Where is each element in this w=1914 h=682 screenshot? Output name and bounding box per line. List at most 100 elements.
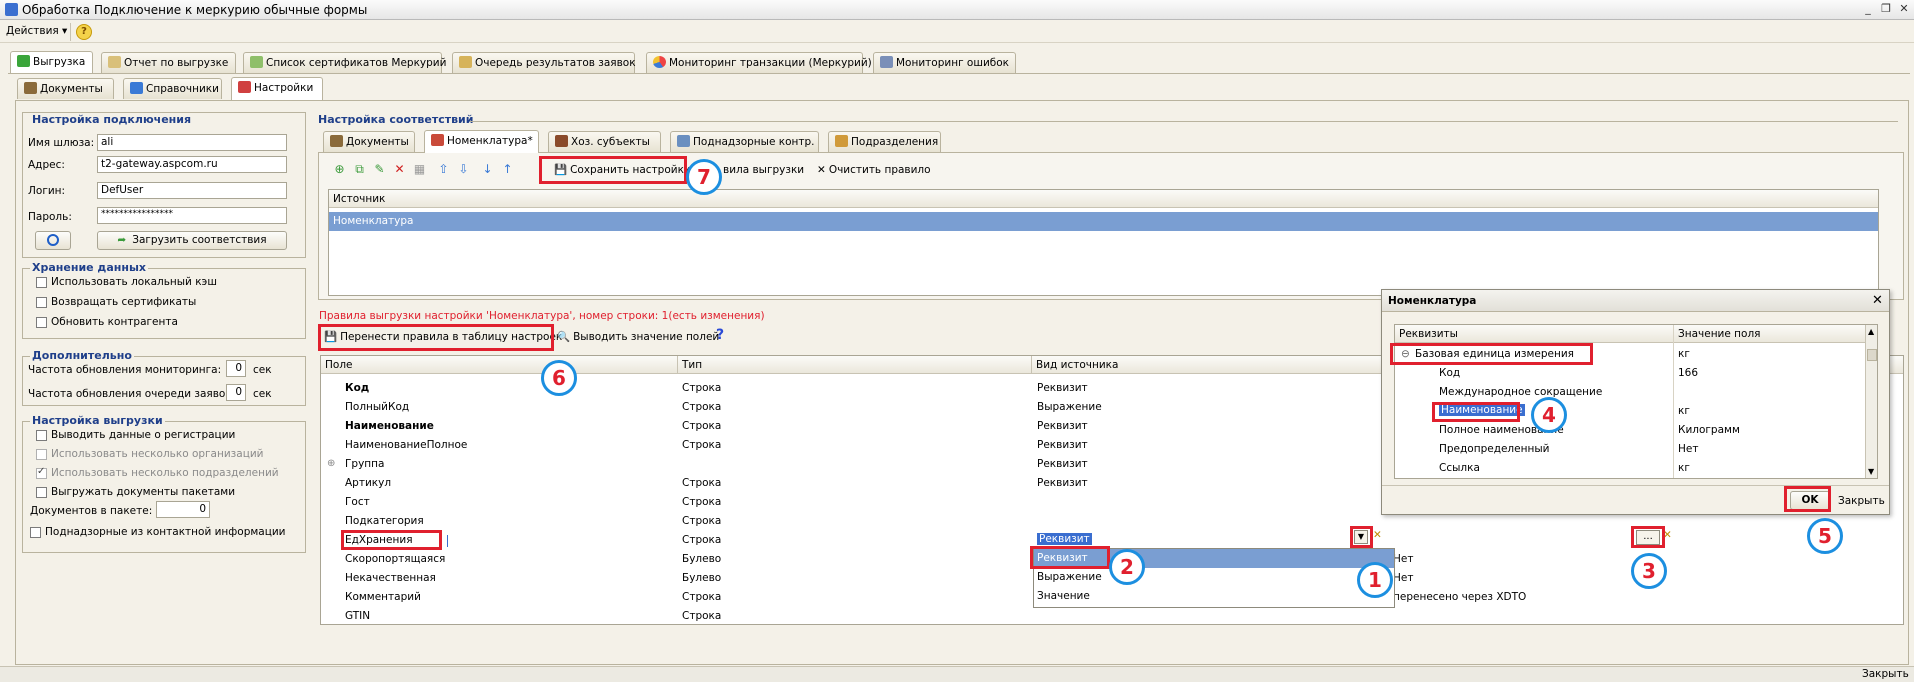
dialog-titlebar: Номенклатура ✕ <box>1382 290 1889 312</box>
copy-icon[interactable]: ⧉ <box>352 162 367 177</box>
login-input[interactable]: DefUser <box>97 182 287 199</box>
mapping-tab-divisions[interactable]: Подразделения <box>828 131 941 152</box>
help-icon[interactable]: ? <box>716 327 724 343</box>
minimize-icon[interactable]: _ <box>1860 2 1876 17</box>
tab-monitoring-errors[interactable]: Мониторинг ошибок <box>873 52 1016 73</box>
add-icon[interactable]: ⊕ <box>332 162 347 177</box>
monitor-freq-unit: сек <box>253 364 272 376</box>
column-divider <box>1031 356 1032 374</box>
mapping-tab-supervised[interactable]: Поднадзорные контр. <box>670 131 819 152</box>
source-row[interactable]: Номенклатура <box>329 212 1878 231</box>
scroll-down-icon[interactable]: ▼ <box>1868 467 1874 476</box>
restore-icon[interactable]: ❐ <box>1878 2 1894 17</box>
sort-desc-icon[interactable]: ↑ <box>500 162 515 177</box>
supervised-contacts-checkbox[interactable] <box>30 527 41 538</box>
show-values-button[interactable]: 🔍 Выводить значение полей <box>557 330 719 343</box>
mapping-tab-entities[interactable]: Хоз. субъекты <box>548 131 661 152</box>
briefcase-icon <box>555 135 568 147</box>
storage-title: Хранение данных <box>30 261 148 274</box>
scroll-up-icon[interactable]: ▲ <box>1868 327 1874 336</box>
docs-in-batch-input[interactable]: 0 <box>156 501 210 518</box>
password-input[interactable]: **************** <box>97 207 287 224</box>
update-contractor-label: Обновить контрагента <box>51 316 178 328</box>
documents-icon <box>24 82 37 94</box>
additional-title: Дополнительно <box>30 349 134 362</box>
dropdown-option-value[interactable]: Значение <box>1034 587 1394 606</box>
highlight-name-field <box>1432 402 1520 422</box>
monitor-freq-input[interactable]: 0 <box>226 360 246 377</box>
highlight-save-settings <box>539 156 687 184</box>
move-up-icon[interactable]: ⇧ <box>436 162 451 177</box>
callout-7: 7 <box>686 159 722 195</box>
move-down-icon[interactable]: ⇩ <box>456 162 471 177</box>
queue-icon <box>459 56 472 68</box>
tab-export[interactable]: Выгрузка <box>10 51 93 74</box>
multi-division-label: Использовать несколько подразделений <box>51 467 279 479</box>
address-input[interactable]: t2-gateway.aspcom.ru <box>97 156 287 173</box>
edit-icon[interactable]: ✎ <box>372 162 387 177</box>
dialog-row[interactable]: Международное сокращение <box>1395 383 1865 402</box>
gateway-input[interactable]: ali <box>97 134 287 151</box>
dialog-row[interactable]: Ссылка кг <box>1395 459 1865 478</box>
mapping-title-line <box>470 121 1898 122</box>
close-icon[interactable]: ✕ <box>1872 293 1883 308</box>
arrow-right-icon: ➦ <box>117 234 127 246</box>
export-settings-title: Настройка выгрузки <box>30 414 165 427</box>
expand-icon[interactable]: ⊕ <box>327 458 335 469</box>
book-icon <box>130 82 143 94</box>
table-row[interactable]: GTIN Строка <box>321 607 1903 624</box>
load-mappings-button[interactable]: ➦ Загрузить соответствия <box>97 231 287 250</box>
tab-strip-line <box>8 73 1910 74</box>
sort-asc-icon[interactable]: ↓ <box>480 162 495 177</box>
queue-freq-label: Частота обновления очереди заявок: <box>28 388 236 400</box>
dialog-row[interactable]: Предопределенный Нет <box>1395 440 1865 459</box>
clear-rule-button[interactable]: ✕ Очистить правило <box>817 164 931 176</box>
actions-menu[interactable]: Действия ▾ <box>6 25 67 37</box>
field-cell: НаименованиеПолное <box>345 439 468 451</box>
type-cell: Строка <box>682 496 722 508</box>
dialog-row[interactable]: Полное наименование Килограмм <box>1395 421 1865 440</box>
end-edit-icon[interactable]: ▦ <box>412 162 427 177</box>
mapping-tab-nomenclature[interactable]: Номенклатура* <box>424 130 539 153</box>
close-icon[interactable]: ✕ <box>1896 2 1912 17</box>
attribute-name: Международное сокращение <box>1439 386 1603 398</box>
source-kind-cell: Реквизит <box>1037 458 1088 470</box>
type-cell: Булево <box>682 553 722 565</box>
highlight-base-unit <box>1390 343 1593 365</box>
monitor-icon <box>880 56 893 68</box>
scroll-thumb[interactable] <box>1867 349 1877 361</box>
box-icon <box>431 134 444 146</box>
batch-export-checkbox[interactable] <box>36 487 47 498</box>
local-cache-checkbox[interactable] <box>36 277 47 288</box>
multi-org-checkbox[interactable] <box>36 449 47 460</box>
queue-freq-input[interactable]: 0 <box>226 384 246 401</box>
highlight-ok <box>1784 486 1831 512</box>
power-button[interactable] <box>35 231 71 250</box>
export-rules-button[interactable]: вила выгрузки <box>723 164 804 176</box>
multi-division-checkbox[interactable] <box>36 466 47 479</box>
dialog-close-button[interactable]: Закрыть <box>1838 495 1885 507</box>
clear-value-icon[interactable]: ✕ <box>1373 529 1382 541</box>
tab-export-report[interactable]: Отчет по выгрузке <box>101 52 236 73</box>
delete-icon[interactable]: ✕ <box>392 162 407 177</box>
tab-directories[interactable]: Справочники <box>123 78 222 99</box>
registration-data-checkbox[interactable] <box>36 430 47 441</box>
dropdown-option-expression[interactable]: Выражение <box>1034 568 1394 587</box>
mapping-tab-documents[interactable]: Документы <box>323 131 415 152</box>
tab-documents[interactable]: Документы <box>17 78 114 99</box>
tab-certificates[interactable]: Список сертификатов Меркурий <box>243 52 446 73</box>
dialog-scrollbar[interactable]: ▲ ▼ <box>1865 325 1877 478</box>
update-contractor-checkbox[interactable] <box>36 317 47 328</box>
list-icon <box>250 56 263 68</box>
help-icon[interactable]: ? <box>76 24 92 40</box>
tab-settings[interactable]: Настройки <box>231 77 323 100</box>
status-close[interactable]: Закрыть <box>1862 668 1909 680</box>
return-certs-checkbox[interactable] <box>36 297 47 308</box>
highlight-dropdown-arrow <box>1350 526 1373 548</box>
supervised-contacts-label: Поднадзорные из контактной информации <box>45 526 286 538</box>
dialog-title: Номенклатура <box>1388 295 1477 307</box>
type-cell: Строка <box>682 534 722 546</box>
tab-queue[interactable]: Очередь результатов заявок <box>452 52 636 73</box>
dialog-row[interactable]: Код 166 <box>1395 364 1865 383</box>
tab-monitoring-transactions[interactable]: Мониторинг транзакции (Меркурий) <box>646 52 872 73</box>
